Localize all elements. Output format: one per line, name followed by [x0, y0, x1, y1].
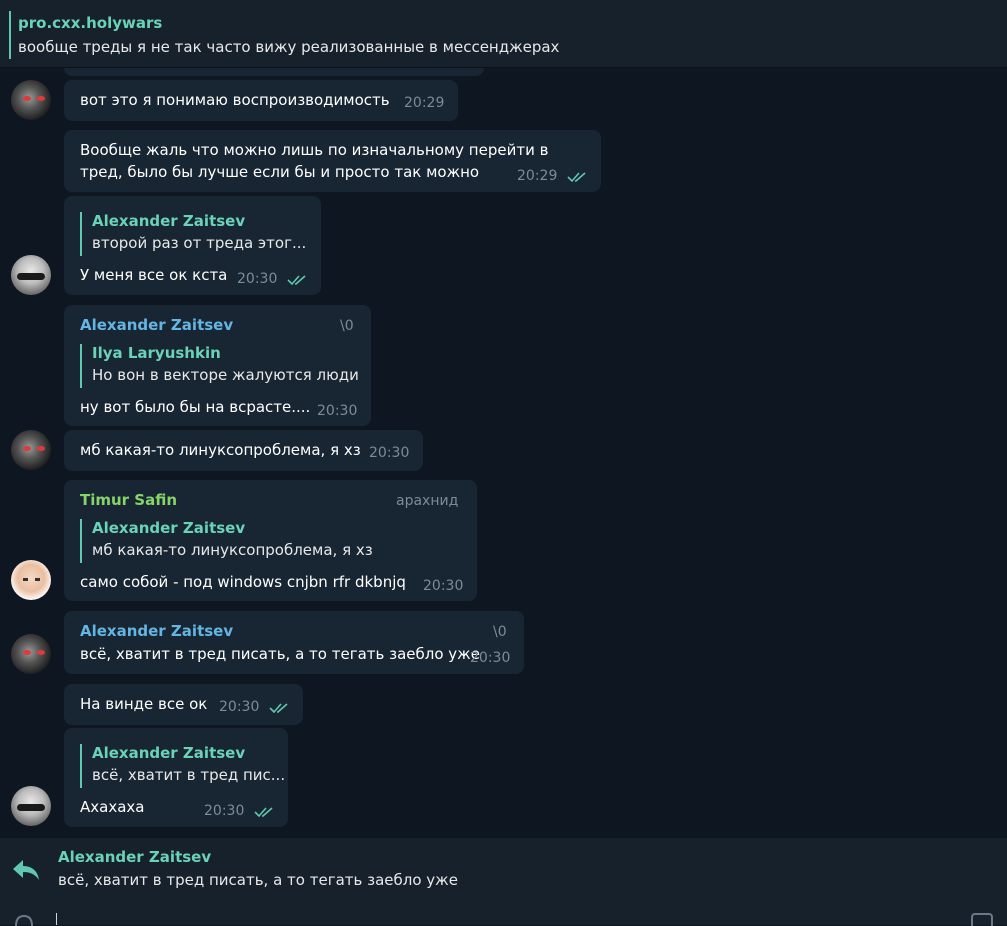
avatar[interactable]: [11, 430, 51, 470]
quote-text: второй раз от треда этог...: [92, 234, 307, 252]
quote-author: Alexander Zaitsev: [92, 519, 246, 537]
double-check-icon: [269, 703, 288, 714]
text-cursor: [56, 913, 57, 925]
message-time: 20:29: [404, 95, 445, 111]
quote-author: Alexander Zaitsev: [92, 212, 246, 230]
message-text: У меня все ок кста: [80, 266, 228, 284]
message-time: 20:30: [317, 403, 358, 419]
reply-arrow-icon[interactable]: [12, 858, 40, 882]
message-time: 20:30: [423, 578, 464, 594]
sender-rank: \0: [493, 624, 507, 640]
double-check-icon: [287, 275, 306, 286]
sender-rank: арахнид: [396, 493, 459, 509]
quote-author: Ilya Laryushkin: [92, 344, 221, 362]
message-bubble[interactable]: Alexander Zaitsev второй раз от треда эт…: [64, 196, 321, 295]
message-bubble[interactable]: Timur Safin арахнид Alexander Zaitsev мб…: [64, 480, 477, 601]
avatar[interactable]: [11, 634, 51, 674]
quote-text: мб какая-то линуксопроблема, я хз: [92, 541, 373, 559]
sender-name[interactable]: Alexander Zaitsev: [80, 622, 233, 640]
avatar[interactable]: [11, 80, 51, 120]
double-check-icon: [254, 807, 273, 818]
message-time: 20:30: [219, 699, 260, 715]
avatar[interactable]: [11, 560, 51, 600]
message-text: само собой - под windows cnjbn rfr dkbnj…: [80, 573, 406, 591]
quote-author: Alexander Zaitsev: [92, 744, 246, 762]
attach-icon[interactable]: [12, 912, 36, 926]
reply-quote[interactable]: Alexander Zaitsev второй раз от треда эт…: [80, 212, 306, 256]
message-time: 20:30: [369, 445, 410, 461]
quote-text: всё, хватит в тред пис...: [92, 766, 286, 784]
message-time: 20:30: [470, 650, 511, 666]
message-bubble-partial: [64, 68, 484, 76]
reply-text: всё, хватит в тред писать, а то тегать з…: [58, 871, 458, 889]
message-text: ну вот было бы на всрасте....: [80, 398, 311, 416]
sender-name[interactable]: Timur Safin: [80, 491, 177, 509]
double-check-icon: [567, 172, 586, 183]
reply-quote[interactable]: Alexander Zaitsev всё, хватит в тред пис…: [80, 744, 285, 788]
pinned-message-bar[interactable]: pro.cxx.holywars вообще треды я не так ч…: [0, 0, 1007, 68]
pinned-title: pro.cxx.holywars: [18, 14, 163, 32]
reply-quote[interactable]: Ilya Laryushkin Но вон в векторе жалуютс…: [80, 344, 359, 388]
message-time: 20:29: [517, 168, 558, 184]
message-text: всё, хватит в тред писать, а то тегать з…: [80, 645, 480, 663]
pinned-accent-bar: [9, 11, 11, 59]
reply-quote[interactable]: Alexander Zaitsev мб какая-то линуксопро…: [80, 519, 380, 563]
message-text-line2: тред, было бы лучше если бы и просто так…: [80, 163, 480, 181]
message-text-line1: Вообще жаль что можно лишь по изначально…: [80, 141, 549, 159]
message-text: На винде все ок: [80, 695, 208, 713]
quote-text: Но вон в векторе жалуются люди: [92, 366, 359, 384]
message-bubble[interactable]: мб какая-то линуксопроблема, я хз 20:30: [64, 430, 423, 471]
message-bubble[interactable]: Alexander Zaitsev всё, хватит в тред пис…: [64, 728, 288, 827]
message-bubble[interactable]: Alexander Zaitsev \0 Ilya Laryushkin Но …: [64, 305, 371, 426]
emoji-icon[interactable]: [970, 912, 994, 926]
message-bubble[interactable]: Alexander Zaitsev \0 всё, хватит в тред …: [64, 611, 524, 674]
message-time: 20:30: [204, 803, 245, 819]
message-bubble[interactable]: Вообще жаль что можно лишь по изначально…: [64, 130, 601, 192]
chat-history[interactable]: вот это я понимаю воспроизводимость 20:2…: [0, 68, 1007, 838]
avatar[interactable]: [11, 255, 51, 295]
message-time: 20:30: [237, 271, 278, 287]
sender-rank: \0: [340, 318, 354, 334]
sender-name[interactable]: Alexander Zaitsev: [80, 316, 233, 334]
message-input-area[interactable]: [0, 906, 1007, 926]
message-text: мб какая-то линуксопроблема, я хз: [80, 441, 361, 459]
message-text: Ахахаха: [80, 798, 145, 816]
avatar[interactable]: [11, 786, 51, 826]
reply-author: Alexander Zaitsev: [58, 848, 212, 866]
message-text: вот это я понимаю воспроизводимость: [80, 91, 390, 109]
message-bubble[interactable]: вот это я понимаю воспроизводимость 20:2…: [64, 80, 458, 121]
pinned-text: вообще треды я не так часто вижу реализо…: [18, 38, 560, 56]
message-bubble[interactable]: На винде все ок 20:30: [64, 684, 303, 725]
